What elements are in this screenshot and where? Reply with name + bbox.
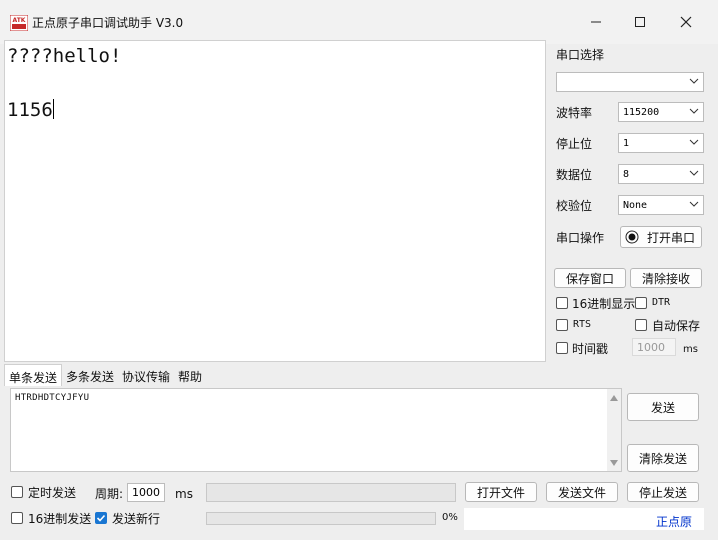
close-icon	[680, 16, 692, 28]
hex-display-checkbox[interactable]	[556, 297, 568, 309]
send-progress-bar	[206, 512, 436, 525]
svg-text:ATK: ATK	[13, 17, 26, 24]
status-bar: 正点原	[464, 508, 704, 530]
window-title: 正点原子串口调试助手 V3.0	[32, 16, 184, 30]
open-file-button[interactable]: 打开文件	[465, 482, 537, 502]
scrollbar-arrows-icon	[610, 395, 618, 466]
parity-label: 校验位	[556, 199, 593, 213]
chevron-down-icon	[689, 139, 699, 145]
receive-textarea[interactable]: ????hello! 1156	[4, 40, 546, 362]
period-unit: ms	[175, 487, 193, 501]
send-file-button[interactable]: 发送文件	[546, 482, 618, 502]
text-caret	[52, 99, 54, 119]
hex-display-label: 16进制显示	[572, 297, 636, 311]
clear-receive-button[interactable]: 清除接收	[630, 268, 702, 288]
checkmark-icon	[96, 514, 106, 522]
maximize-button[interactable]	[618, 8, 662, 36]
timestamp-interval-input[interactable]: 1000	[632, 338, 676, 356]
send-scrollbar[interactable]	[607, 389, 621, 471]
rts-checkbox[interactable]	[556, 319, 568, 331]
stop-bits-select[interactable]: 1	[618, 133, 704, 153]
stop-send-button[interactable]: 停止发送	[627, 482, 699, 502]
tab-help[interactable]: 帮助	[174, 364, 206, 386]
brand-link[interactable]: 正点原	[656, 513, 692, 530]
send-progress-percent: 0%	[442, 512, 458, 523]
dtr-label: DTR	[652, 297, 671, 308]
port-operation-label: 串口操作	[556, 231, 605, 245]
tab-protocol[interactable]: 协议传输	[118, 364, 174, 386]
timed-send-label: 定时发送	[28, 486, 77, 500]
auto-save-label: 自动保存	[652, 319, 701, 333]
hex-send-label: 16进制发送	[28, 512, 92, 526]
baud-select[interactable]: 115200	[618, 102, 704, 122]
chevron-down-icon	[689, 170, 699, 176]
chevron-down-icon	[689, 78, 699, 84]
send-tabs: 单条发送 多条发送 协议传输 帮助	[4, 364, 622, 386]
data-bits-label: 数据位	[556, 168, 593, 182]
send-textarea[interactable]: HTRDHDTCYJFYU	[10, 388, 622, 472]
minimize-icon	[591, 21, 601, 23]
port-select[interactable]	[556, 72, 704, 92]
dtr-checkbox[interactable]	[635, 297, 647, 309]
send-newline-label: 发送新行	[112, 512, 161, 526]
period-label: 周期:	[95, 487, 124, 501]
timed-send-checkbox[interactable]	[11, 486, 23, 498]
period-input[interactable]: 1000	[127, 483, 165, 502]
timestamp-label: 时间戳	[572, 342, 609, 356]
minimize-button[interactable]	[574, 8, 618, 36]
timestamp-checkbox[interactable]	[556, 342, 568, 354]
data-bits-select[interactable]: 8	[618, 164, 704, 184]
app-logo-icon: ATK	[9, 14, 29, 32]
hex-send-checkbox[interactable]	[11, 512, 23, 524]
clear-send-button[interactable]: 清除发送	[627, 444, 699, 472]
receive-line: 1156	[7, 99, 54, 121]
send-button[interactable]: 发送	[627, 393, 699, 421]
rts-label: RTS	[573, 319, 592, 330]
save-window-button[interactable]: 保存窗口	[554, 268, 626, 288]
send-text: HTRDHDTCYJFYU	[15, 393, 90, 403]
title-bar: ATK 正点原子串口调试助手 V3.0	[0, 0, 718, 44]
open-port-button[interactable]: 打开串口	[620, 226, 702, 248]
chevron-down-icon	[689, 201, 699, 207]
timestamp-unit: ms	[683, 344, 698, 355]
maximize-icon	[635, 17, 645, 27]
chevron-down-icon	[689, 108, 699, 114]
close-button[interactable]	[664, 8, 708, 36]
baud-label: 波特率	[556, 106, 593, 120]
receive-line: ????hello!	[7, 45, 122, 67]
tab-multi-send[interactable]: 多条发送	[62, 364, 118, 386]
port-label: 串口选择	[556, 48, 605, 62]
tab-single-send[interactable]: 单条发送	[4, 364, 63, 386]
send-newline-checkbox[interactable]	[95, 512, 107, 524]
file-progress-bar	[206, 483, 456, 502]
parity-select[interactable]: None	[618, 195, 704, 215]
auto-save-checkbox[interactable]	[635, 319, 647, 331]
stop-bits-label: 停止位	[556, 137, 593, 151]
radio-indicator-icon	[625, 230, 639, 244]
